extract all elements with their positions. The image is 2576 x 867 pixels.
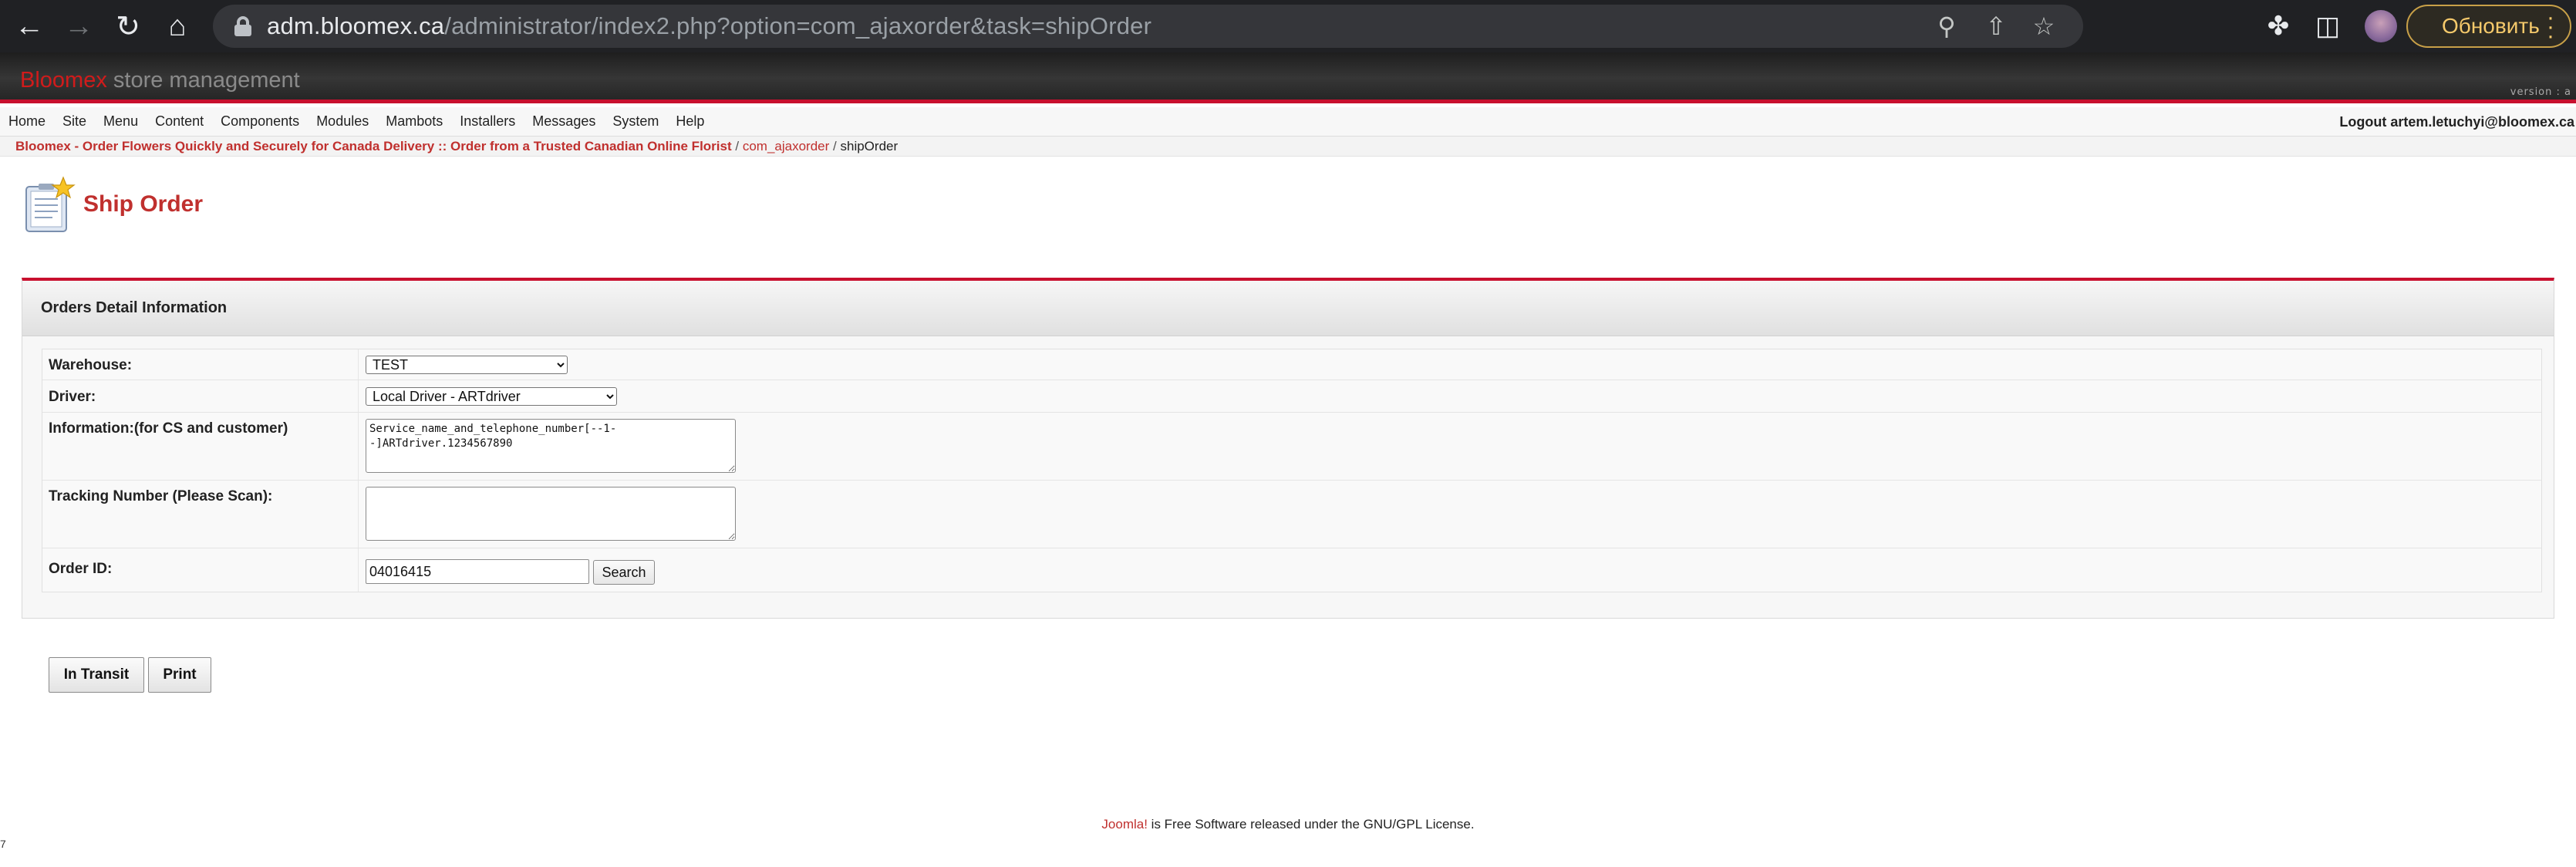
breadcrumb-separator: / <box>735 139 740 153</box>
driver-row: Driver: Local Driver - ARTdriver <box>42 380 2541 413</box>
footer-license-text: is Free Software released under the GNU/… <box>1147 817 1475 832</box>
profile-avatar[interactable] <box>2365 10 2397 42</box>
url-path: /administrator/index2.php?option=com_aja… <box>444 12 1152 39</box>
admin-menu-bar: Home Site Menu Content Components Module… <box>0 107 2576 137</box>
information-textarea[interactable]: Service_name_and_telephone_number[--1--]… <box>366 419 736 473</box>
breadcrumb-separator: / <box>833 139 837 153</box>
information-label: Information:(for CS and customer) <box>49 420 288 437</box>
order-id-input[interactable] <box>366 559 589 584</box>
menu-item-content[interactable]: Content <box>155 113 204 130</box>
share-icon[interactable]: ⇧ <box>1978 5 2015 48</box>
breadcrumb-component-link[interactable]: com_ajaxorder <box>743 139 829 153</box>
breadcrumb-current: shipOrder <box>840 139 899 153</box>
version-label: version : a <box>2510 86 2571 98</box>
in-transit-button[interactable]: In Transit <box>49 657 144 693</box>
order-id-label: Order ID: <box>49 561 113 577</box>
address-bar[interactable]: adm.bloomex.ca/administrator/index2.php?… <box>213 5 2083 48</box>
driver-select[interactable]: Local Driver - ARTdriver <box>366 387 617 406</box>
menu-item-menu[interactable]: Menu <box>103 113 138 130</box>
print-button[interactable]: Print <box>148 657 211 693</box>
brand-subtitle: store management <box>113 68 300 93</box>
menu-item-site[interactable]: Site <box>62 113 86 130</box>
driver-label: Driver: <box>49 389 96 405</box>
menu-item-help[interactable]: Help <box>676 113 704 130</box>
admin-header: Bloomex store management version : a <box>0 52 2576 103</box>
order-id-row: Order ID: Search <box>42 548 2541 592</box>
panel-heading: Orders Detail Information <box>22 281 2554 336</box>
menu-item-modules[interactable]: Modules <box>316 113 369 130</box>
menu-item-components[interactable]: Components <box>221 113 299 130</box>
footer: Joomla! is Free Software released under … <box>0 817 2576 832</box>
reload-icon[interactable]: ↻ <box>103 0 153 52</box>
bookmark-star-icon[interactable]: ☆ <box>2025 5 2062 48</box>
lock-icon[interactable] <box>233 16 253 36</box>
orders-detail-panel: Orders Detail Information Warehouse: TES… <box>22 278 2554 619</box>
extensions-puzzle-icon[interactable]: ✤ <box>2257 0 2300 52</box>
menu-item-home[interactable]: Home <box>8 113 46 130</box>
menu-item-messages[interactable]: Messages <box>532 113 595 130</box>
order-form-table: Warehouse: TEST Driver: Local Driver - A… <box>42 349 2542 592</box>
side-panel-icon[interactable]: ◫ <box>2306 0 2349 52</box>
tracking-number-textarea[interactable] <box>366 487 736 541</box>
tracking-label: Tracking Number (Please Scan): <box>49 488 273 504</box>
update-button[interactable]: Обновить · · · <box>2406 5 2571 48</box>
ship-order-notepad-icon <box>25 176 76 232</box>
brand-logo: Bloomex store management <box>20 68 300 93</box>
corner-text: 7 <box>0 838 6 850</box>
warehouse-label: Warehouse: <box>49 357 133 373</box>
breadcrumb-site-link[interactable]: Bloomex - Order Flowers Quickly and Secu… <box>15 139 732 153</box>
menu-item-mambots[interactable]: Mambots <box>386 113 443 130</box>
information-row: Information:(for CS and customer) Servic… <box>42 413 2541 481</box>
home-icon[interactable]: ⌂ <box>153 0 202 52</box>
browser-toolbar: ← → ↻ ⌂ adm.bloomex.ca/administrator/ind… <box>0 0 2576 52</box>
back-arrow-icon[interactable]: ← <box>5 0 54 52</box>
breadcrumb: Bloomex - Order Flowers Quickly and Secu… <box>0 137 2576 157</box>
page-title: Ship Order <box>83 191 204 217</box>
joomla-link[interactable]: Joomla! <box>1101 817 1148 832</box>
more-menu-icon[interactable]: · · · <box>2547 6 2554 48</box>
update-button-label: Обновить <box>2442 14 2540 38</box>
zoom-icon[interactable]: ⚲ <box>1928 5 1965 48</box>
warehouse-row: Warehouse: TEST <box>42 349 2541 380</box>
tracking-row: Tracking Number (Please Scan): <box>42 481 2541 548</box>
logout-link[interactable]: Logout artem.letuchyi@bloomex.ca <box>2339 114 2574 130</box>
menu-item-system[interactable]: System <box>612 113 659 130</box>
menu-item-installers[interactable]: Installers <box>460 113 515 130</box>
brand-name: Bloomex <box>20 68 107 93</box>
forward-arrow-icon[interactable]: → <box>54 0 103 52</box>
url-host: adm.bloomex.ca <box>267 12 445 39</box>
warehouse-select[interactable]: TEST <box>366 356 568 374</box>
search-button[interactable]: Search <box>593 560 655 585</box>
url-text[interactable]: adm.bloomex.ca/administrator/index2.php?… <box>267 12 1151 40</box>
